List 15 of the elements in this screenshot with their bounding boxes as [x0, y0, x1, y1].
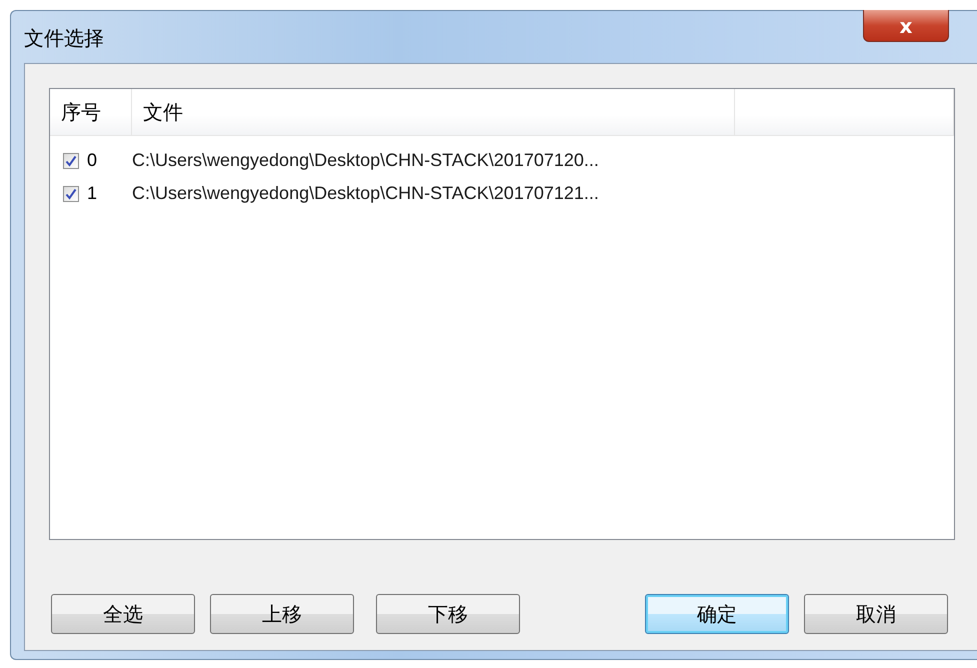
column-header[interactable]: 序号: [50, 89, 132, 135]
file-path: C:\Users\wengyedong\Desktop\CHN-STACK\201707121...: [132, 183, 599, 204]
close-button[interactable]: x: [863, 10, 949, 42]
file-path: C:\Users\wengyedong\Desktop\CHN-STACK\201707120...: [132, 150, 599, 171]
window-title: 文件选择: [24, 25, 104, 52]
dialog-button[interactable]: 确定: [645, 594, 789, 634]
row-number: 0: [87, 150, 98, 171]
checkbox[interactable]: [63, 186, 79, 202]
dialog-button[interactable]: 取消: [804, 594, 948, 634]
column-header[interactable]: 文件: [132, 89, 735, 135]
dialog-button[interactable]: 全选: [51, 594, 195, 634]
dialog-button[interactable]: 上移: [210, 594, 354, 634]
row-number: 1: [87, 183, 98, 204]
dialog-button[interactable]: 下移: [376, 594, 520, 634]
checkbox[interactable]: [63, 152, 79, 168]
